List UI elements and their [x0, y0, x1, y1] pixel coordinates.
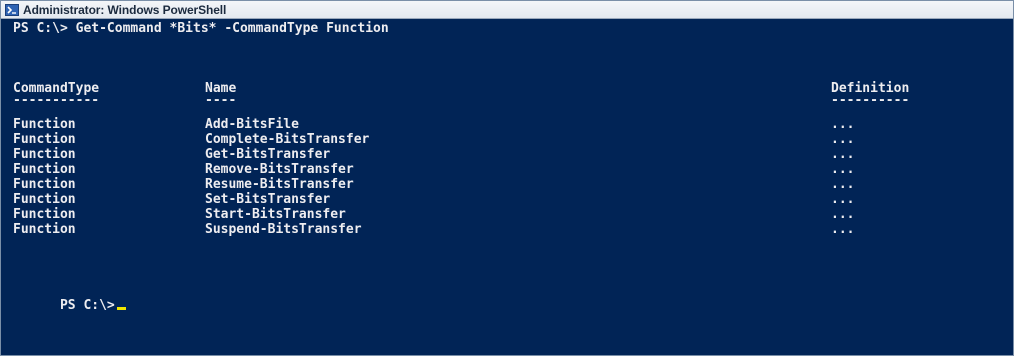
cell-command-type: Function	[13, 222, 76, 237]
cell-definition: ...	[831, 222, 855, 237]
table-row: Function Start-BitsTransfer ...	[1, 207, 1013, 222]
cell-definition: ...	[831, 207, 855, 222]
window-title: Administrator: Windows PowerShell	[23, 2, 227, 17]
command-line: PS C:\> Get-Command *Bits* -CommandType …	[13, 21, 389, 36]
cell-name: Suspend-BitsTransfer	[205, 222, 362, 237]
cell-definition: ...	[831, 162, 855, 177]
title-bar[interactable]: Administrator: Windows PowerShell	[1, 1, 1013, 19]
cell-name: Remove-BitsTransfer	[205, 162, 354, 177]
underline-command-type: -----------	[13, 93, 100, 108]
cell-command-type: Function	[13, 162, 76, 177]
underline-definition: ----------	[831, 93, 910, 108]
cell-definition: ...	[831, 132, 855, 147]
cell-command-type: Function	[13, 207, 76, 222]
cell-name: Resume-BitsTransfer	[205, 177, 354, 192]
prompt-text: PS C:\>	[59, 298, 115, 313]
table-row: Function Complete-BitsTransfer ...	[1, 132, 1013, 147]
table-row: Function Resume-BitsTransfer ...	[1, 177, 1013, 192]
powershell-window: Administrator: Windows PowerShell PS C:\…	[0, 0, 1014, 356]
cell-name: Get-BitsTransfer	[205, 147, 331, 162]
cell-command-type: Function	[13, 192, 76, 207]
prompt-line[interactable]: PS C:\>	[13, 283, 126, 313]
cell-command-type: Function	[13, 132, 76, 147]
cell-definition: ...	[831, 192, 855, 207]
table-row: Function Add-BitsFile ...	[1, 117, 1013, 132]
cell-command-type: Function	[13, 147, 76, 162]
cell-command-type: Function	[13, 117, 76, 132]
cell-definition: ...	[831, 147, 855, 162]
table-row: Function Set-BitsTransfer ...	[1, 192, 1013, 207]
table-row: Function Suspend-BitsTransfer ...	[1, 222, 1013, 237]
cell-name: Set-BitsTransfer	[205, 192, 331, 207]
cell-name: Complete-BitsTransfer	[205, 132, 370, 147]
cell-definition: ...	[831, 117, 855, 132]
cell-definition: ...	[831, 177, 855, 192]
table-header-underline: ----------- ---- ----------	[1, 93, 1013, 108]
cell-command-type: Function	[13, 177, 76, 192]
table-row: Function Get-BitsTransfer ...	[1, 147, 1013, 162]
text-cursor	[116, 307, 126, 310]
cell-name: Start-BitsTransfer	[205, 207, 346, 222]
powershell-icon	[5, 3, 19, 16]
cell-name: Add-BitsFile	[205, 117, 299, 132]
underline-name: ----	[205, 93, 237, 108]
table-row: Function Remove-BitsTransfer ...	[1, 162, 1013, 177]
console-area[interactable]: PS C:\> Get-Command *Bits* -CommandType …	[1, 19, 1013, 355]
